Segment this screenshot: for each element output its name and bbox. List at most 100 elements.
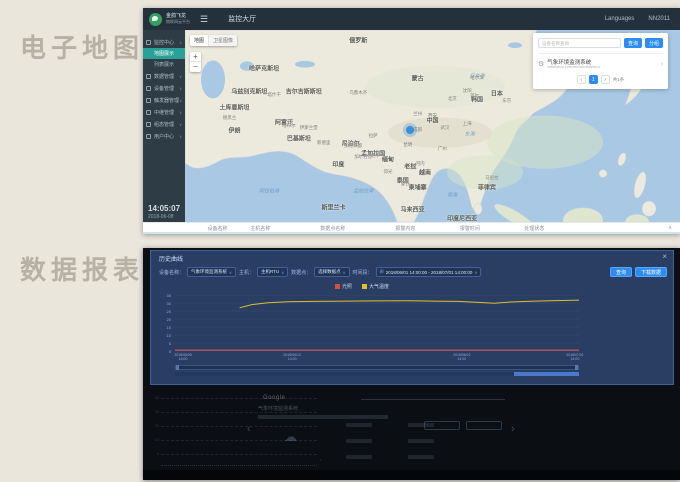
sidebar-item-label: 触发器管理 <box>154 97 179 104</box>
chevron-down-icon: ∨ <box>229 270 232 275</box>
filter-row: 设备名称： 气象环境监测系统 ∨ 主机： 主机RTU ∨ 数据点： 选择数据点 … <box>159 266 667 278</box>
sidebar-item-监控中心[interactable]: 监控中心∧ <box>143 36 185 48</box>
map-type-toggle: 地图 卫星图像 <box>190 35 237 46</box>
map-view-button[interactable]: 地图 <box>190 35 208 46</box>
x-axis-tick: 2018/07/0114:00 <box>566 353 584 361</box>
device-panel: 查询 分组 ⚙ 气象环境监测系统 0000002700000000000001 … <box>533 33 668 89</box>
sidebar-item-label: 监控中心 <box>154 39 174 46</box>
scroll-strip <box>143 232 680 234</box>
legend-item-光照[interactable]: 光照 <box>335 283 352 290</box>
device-filter-label: 设备名称： <box>159 269 184 276</box>
google-watermark: Google <box>263 395 285 401</box>
page-next-button[interactable]: › <box>601 75 610 84</box>
dimmed-background-page: 4030 2010 0 ▪ Google 气象环境监测系统 ☁ <box>143 385 680 480</box>
background-device-card: 气象环境监测系统 ☁ <box>258 405 506 465</box>
history-curve-modal: 历史曲线 × 设备名称： 气象环境监测系统 ∨ 主机： 主机RTU ∨ 数据点：… <box>150 250 674 385</box>
close-icon[interactable]: × <box>662 252 667 261</box>
y-axis-tick: 25 <box>153 309 171 314</box>
host-select[interactable]: 主机RTU ∨ <box>257 267 288 277</box>
legend-label: 大气温度 <box>369 283 389 290</box>
sidebar-item-label: 设备管理 <box>154 85 174 92</box>
sidebar-item-label: 中继管理 <box>154 109 174 116</box>
sidebar-item-中继管理[interactable]: 中继管理 ∨ <box>143 106 185 118</box>
history-line-chart <box>175 295 579 351</box>
alarm-column-报警时间: 报警时间 <box>460 225 480 232</box>
y-axis-tick: 30 <box>153 301 171 306</box>
map-area[interactable]: 俄罗斯哈萨克斯坦蒙古中国印度巴基斯坦阿富汗伊朗缅甸泰国越南老挝柬埔寨菲律宾马来西… <box>185 30 680 222</box>
report-app-window: 4030 2010 0 ▪ Google 气象环境监测系统 ☁ <box>143 248 680 480</box>
page-prev-button[interactable]: ‹ <box>577 75 586 84</box>
tab-monitor-hall[interactable]: 监控大厅 <box>228 14 256 24</box>
caret-icon: ∨ <box>179 98 182 103</box>
sidebar-item-label: 地图展示 <box>154 50 174 57</box>
sidebar-item-地图展示[interactable]: 地图展示 <box>143 48 185 59</box>
alarm-column-设备名称: 设备名称 <box>207 225 227 232</box>
brand-subtitle: 物联网云平台 <box>166 20 190 25</box>
section-label-report: 数据报表 <box>20 250 144 287</box>
zoom-in-button[interactable]: + <box>190 52 201 62</box>
sidebar-item-用户中心[interactable]: 用户中心 ∨ <box>143 130 185 142</box>
background-button-2 <box>466 421 502 430</box>
legend-swatch-icon <box>362 284 367 289</box>
chevron-right-icon[interactable]: › <box>661 61 663 68</box>
chevron-down-icon: ∨ <box>474 270 477 275</box>
zoom-out-button[interactable]: − <box>190 62 201 72</box>
page-number[interactable]: 1 <box>589 75 598 84</box>
pagination: ‹ 1 › 共1条 <box>538 75 663 84</box>
caret-icon: ∨ <box>179 134 182 139</box>
sidebar-item-label: 数据管理 <box>154 73 174 80</box>
sidebar-item-组态管理[interactable]: 组态管理∨ <box>143 118 185 130</box>
sidebar-item-设备管理[interactable]: 设备管理 ∨ <box>143 82 185 94</box>
background-button-1 <box>424 421 460 430</box>
device-search-input[interactable] <box>538 38 621 48</box>
map-app-window: 金鸽飞龙 物联网云平台 ☰ 监控大厅 Languages NN2011 监控中心… <box>143 8 680 234</box>
alarm-column-处理状态: 处理状态 <box>524 225 544 232</box>
caret-icon: ∨ <box>179 122 182 127</box>
database-icon <box>146 74 151 79</box>
brand-text: 金鸽飞龙 物联网云平台 <box>166 14 190 24</box>
caret-icon: ∨ <box>179 86 182 91</box>
sidebar-item-数据管理[interactable]: 数据管理∨ <box>143 70 185 82</box>
sidebar-item-列表展示[interactable]: 列表展示 <box>143 59 185 70</box>
page-total: 共1条 <box>613 77 625 83</box>
x-axis-tick: 2018/06/0514:00 <box>174 353 192 361</box>
y-axis-tick: 5 <box>153 341 171 346</box>
trigger-icon <box>146 98 151 103</box>
language-switch[interactable]: Languages <box>605 16 635 22</box>
group-button[interactable]: 分组 <box>645 38 663 48</box>
user-account[interactable]: NN2011 <box>648 16 670 22</box>
datazoom-overview-bar[interactable] <box>175 372 579 376</box>
datapoint-select[interactable]: 选择数据点 ∨ <box>314 267 349 277</box>
page: 电子地图 数据报表 金鸽飞龙 物联网云平台 ☰ 监控大厅 Languages N… <box>0 0 680 482</box>
sidebar-item-label: 用户中心 <box>154 133 174 140</box>
chevron-down-icon: ∨ <box>343 270 346 275</box>
y-axis-tick: 10 <box>153 333 171 338</box>
timerange-picker[interactable]: ⊞ 2018/06/01 14:00:00 - 2018/07/01 14:00… <box>376 267 482 277</box>
device-name: 气象环境监测系统 <box>547 58 658 66</box>
background-scrollbar <box>361 399 505 400</box>
datazoom-selected-range[interactable] <box>514 372 579 376</box>
caret-icon: ∨ <box>179 110 182 115</box>
background-card-address <box>258 415 388 419</box>
y-axis-tick: 20 <box>153 317 171 322</box>
legend-item-大气温度[interactable]: 大气温度 <box>362 283 389 290</box>
datazoom-slider[interactable] <box>175 365 579 370</box>
search-button[interactable]: 查询 <box>624 38 642 48</box>
y-axis-tick: 35 <box>153 293 171 298</box>
device-list-item[interactable]: ⚙ 气象环境监测系统 0000002700000000000001 › <box>538 53 663 70</box>
legend-label: 光照 <box>342 283 352 290</box>
satellite-view-button[interactable]: 卫星图像 <box>208 35 237 46</box>
y-axis-tick: 0 <box>153 349 171 354</box>
download-data-button[interactable]: 下载数据 <box>635 267 667 277</box>
device-select[interactable]: 气象环境监测系统 ∨ <box>187 267 236 277</box>
collapse-caret-icon[interactable]: ∧ <box>668 225 672 231</box>
device-icon <box>146 86 151 91</box>
menu-toggle-icon[interactable]: ☰ <box>200 14 208 25</box>
alarm-column-报警内容: 报警内容 <box>395 225 415 232</box>
relay-icon <box>146 110 151 115</box>
datapoint-filter-label: 数据点： <box>291 269 311 276</box>
query-button[interactable]: 查询 <box>610 267 632 277</box>
sidebar-item-触发器管理[interactable]: 触发器管理∨ <box>143 94 185 106</box>
device-cluster-marker[interactable] <box>406 126 414 134</box>
chevron-down-icon: ∨ <box>281 270 284 275</box>
